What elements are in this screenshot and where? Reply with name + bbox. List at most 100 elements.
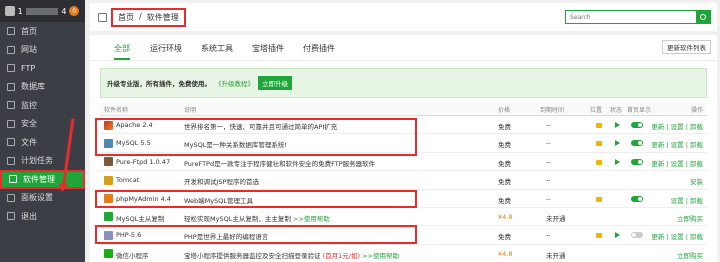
upgrade-tutorial-link[interactable]: 《升级教程》 [215, 78, 254, 88]
desc-text: 宝塔小程序提供服务器监控及安全扫描登录验证 [184, 251, 321, 260]
sidebar-item-home[interactable]: 首页 [0, 22, 85, 41]
sidebar-item-website[interactable]: 网站 [0, 41, 85, 60]
row-actions[interactable]: 更新 | 设置 | 卸载 [651, 121, 703, 131]
software-expire: -- [546, 157, 551, 166]
upgrade-now-button[interactable]: 立即升级 [258, 76, 292, 90]
folder-icon[interactable] [596, 233, 602, 239]
annotation-box-php [95, 225, 417, 244]
breadcrumb-current: 软件管理 [146, 12, 179, 22]
tab-runtime[interactable]: 运行环境 [150, 43, 182, 54]
row-actions[interactable]: 更新 | 设置 | 卸载 [651, 139, 703, 149]
software-expire: -- [546, 194, 551, 203]
folder-icon[interactable] [596, 159, 602, 165]
clock-icon [7, 156, 15, 165]
logout-icon [7, 212, 15, 221]
software-expire: 未开通 [546, 214, 566, 223]
tab-system-tools[interactable]: 系统工具 [201, 43, 233, 54]
home-display-toggle[interactable] [631, 195, 643, 202]
software-desc: 开发和调试JSP程序的首选 [184, 178, 259, 187]
sidebar-item-label: 软件管理 [23, 174, 55, 184]
home-display-toggle[interactable] [631, 158, 643, 165]
breadcrumb: 首页 / 软件管理 [111, 7, 186, 27]
globe-icon [7, 45, 15, 54]
sidebar-item-label: 网站 [21, 45, 37, 55]
software-expire: -- [546, 176, 551, 185]
sidebar-item-label: 监控 [21, 100, 37, 110]
software-panel: 全部 运行环境 系统工具 宝塔插件 付费插件 更新软件列表 升级专业版，所有插件… [90, 35, 717, 262]
sidebar-item-label: 文件 [21, 137, 37, 147]
software-expire: -- [546, 231, 551, 240]
software-expire: 未开通 [546, 251, 566, 260]
search-box [565, 10, 711, 24]
table-row: Tomcat 开发和调试JSP程序的首选 免费 -- 安装 [100, 171, 707, 190]
sidebar-item-database[interactable]: 数据库 [0, 78, 85, 97]
update-software-list-button[interactable]: 更新软件列表 [662, 40, 711, 54]
software-expire: -- [546, 139, 551, 148]
server-title-suffix: 4 [61, 6, 67, 16]
breadcrumb-home[interactable]: 首页 [118, 12, 134, 23]
sidebar-item-software[interactable]: 软件管理 [0, 170, 85, 189]
sidebar-item-label: 面板设置 [21, 193, 53, 203]
software-price: 免费 [498, 141, 511, 150]
upgrade-banner: 升级专业版，所有插件，免费使用。 《升级教程》 立即升级 [100, 68, 707, 98]
software-price: ¥4.8 [498, 249, 513, 258]
software-price: 免费 [498, 196, 511, 205]
software-price: ¥4.8 [498, 212, 513, 221]
col-name: 软件名称 [104, 107, 129, 114]
row-actions[interactable]: 更新 | 设置 | 卸载 [651, 158, 703, 168]
software-price: 免费 [498, 159, 511, 168]
notification-badge[interactable]: 0 [69, 6, 79, 16]
software-name: MySQL主从复制 [116, 214, 165, 223]
install-link[interactable]: 安装 [690, 176, 703, 186]
upgrade-text: 升级专业版，所有插件，免费使用。 [107, 80, 211, 88]
sidebar-item-settings[interactable]: 面板设置 [0, 189, 85, 208]
tab-paid-plugins[interactable]: 付费插件 [303, 43, 335, 54]
sidebar-item-ftp[interactable]: FTP [0, 59, 85, 78]
buy-now-link[interactable]: 立即购买 [677, 213, 703, 223]
folder-icon[interactable] [596, 123, 602, 128]
software-desc: PureFTPd是一款专注于程序健壮和软件安全的免费FTP服务器软件 [184, 159, 376, 168]
tab-all[interactable]: 全部 [114, 43, 130, 60]
software-price: 免费 [498, 178, 511, 187]
col-location: 位置 [590, 107, 603, 114]
folder-icon[interactable] [596, 196, 602, 202]
buy-now-link[interactable]: 立即购买 [677, 250, 703, 260]
search-button[interactable] [696, 11, 710, 23]
software-desc: 宝塔小程序提供服务器监控及安全扫描登录验证 (首月1元/如) >>使用帮助 [184, 250, 399, 260]
help-link[interactable]: >>使用帮助 [362, 252, 399, 260]
sidebar-item-files[interactable]: 文件 [0, 133, 85, 152]
blurred-address [25, 7, 59, 15]
sidebar-item-monitor[interactable]: 监控 [0, 96, 85, 115]
tomcat-icon [104, 175, 113, 185]
running-status-icon [615, 158, 620, 165]
breadcrumb-separator: / [139, 11, 142, 21]
software-name: Tomcat [116, 176, 140, 185]
tab-bar: 全部 运行环境 系统工具 宝塔插件 付费插件 更新软件列表 [90, 35, 717, 61]
shield-icon [7, 119, 15, 128]
promo-text: (首月1元/如) [322, 251, 360, 260]
home-display-toggle[interactable] [631, 122, 643, 128]
software-price: 免费 [498, 123, 511, 131]
col-status: 状态 [610, 107, 623, 114]
home-icon[interactable] [98, 12, 107, 22]
folder-icon [7, 138, 15, 147]
software-desc: 轻松实现MySQL主从复制，主主复制 >>使用帮助 [184, 213, 330, 223]
search-input[interactable] [566, 11, 696, 23]
home-display-toggle[interactable] [631, 232, 643, 239]
row-actions[interactable]: 设置 | 卸载 [671, 195, 703, 205]
pure-ftpd-icon [104, 157, 113, 167]
software-price: 免费 [498, 233, 511, 242]
col-expire: 到期时间 [540, 107, 565, 114]
sidebar-item-cron[interactable]: 计划任务 [0, 152, 85, 171]
folder-icon[interactable] [596, 141, 602, 147]
sidebar-item-logout[interactable]: 退出 [0, 207, 85, 226]
home-display-toggle[interactable] [631, 140, 643, 147]
grid-icon [9, 175, 17, 184]
row-actions[interactable]: 更新 | 设置 | 卸载 [651, 231, 703, 241]
help-link[interactable]: >>使用帮助 [293, 215, 330, 223]
server-title: 1 [17, 6, 23, 16]
search-icon [700, 14, 706, 20]
table-row: 微信小程序 宝塔小程序提供服务器监控及安全扫描登录验证 (首月1元/如) >>使… [100, 245, 707, 262]
sidebar-item-label: 数据库 [21, 82, 45, 92]
tab-bt-plugins[interactable]: 宝塔插件 [252, 43, 284, 54]
